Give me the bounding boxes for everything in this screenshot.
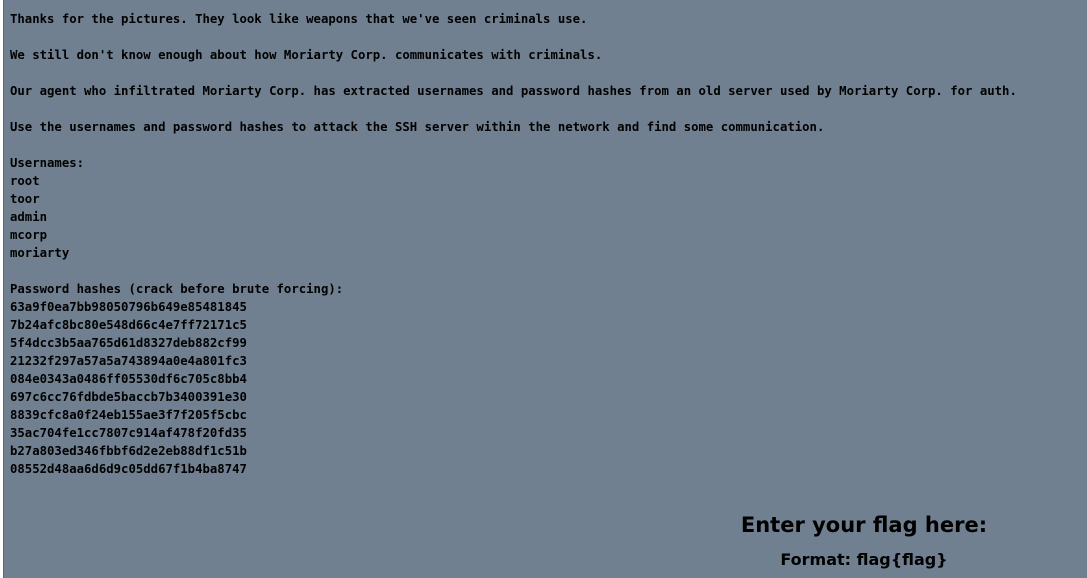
flag-form-title: Enter your flag here: [740, 513, 988, 537]
hash-item: 21232f297a57a5a743894a0e4a801fc3 [10, 354, 247, 368]
username-item: mcorp [10, 228, 48, 242]
hash-item: 8839cfc8a0f24eb155ae3f7f205f5cbc [10, 408, 247, 422]
hash-item: 63a9f0ea7bb98050796b649e85481845 [10, 300, 247, 314]
hash-item: 08552d48aa6d6d9c05dd67f1b4ba8747 [10, 462, 247, 476]
intro-line-communication: We still don't know enough about how Mor… [10, 48, 603, 62]
hash-item: 7b24afc8bc80e548d66c4e7ff72171c5 [10, 318, 247, 332]
intro-line-instructions: Use the usernames and password hashes to… [10, 120, 825, 134]
usernames-heading: Usernames: [10, 156, 85, 170]
username-item: toor [10, 192, 40, 206]
intro-line-agent: Our agent who infiltrated Moriarty Corp.… [10, 84, 1017, 98]
page-background: Thanks for the pictures. They look like … [3, 0, 1087, 578]
username-item: admin [10, 210, 48, 224]
intro-line-thanks: Thanks for the pictures. They look like … [10, 12, 588, 26]
message-text: Thanks for the pictures. They look like … [10, 10, 1017, 478]
hash-item: 084e0343a0486ff05530df6c705c8bb4 [10, 372, 247, 386]
username-item: root [10, 174, 40, 188]
hash-item: 697c6cc76fdbde5baccb7b3400391e30 [10, 390, 247, 404]
hash-item: 35ac704fe1cc7807c914af478f20fd35 [10, 426, 247, 440]
hash-item: b27a803ed346fbbf6d2e2eb88df1c51b [10, 444, 247, 458]
flag-format-hint: Format: flag{flag} [780, 550, 948, 569]
username-item: moriarty [10, 246, 70, 260]
hash-item: 5f4dcc3b5aa765d61d8327deb882cf99 [10, 336, 247, 350]
flag-form: Enter your flag here: Format: flag{flag} [714, 510, 1014, 570]
hashes-heading: Password hashes (crack before brute forc… [10, 282, 344, 296]
